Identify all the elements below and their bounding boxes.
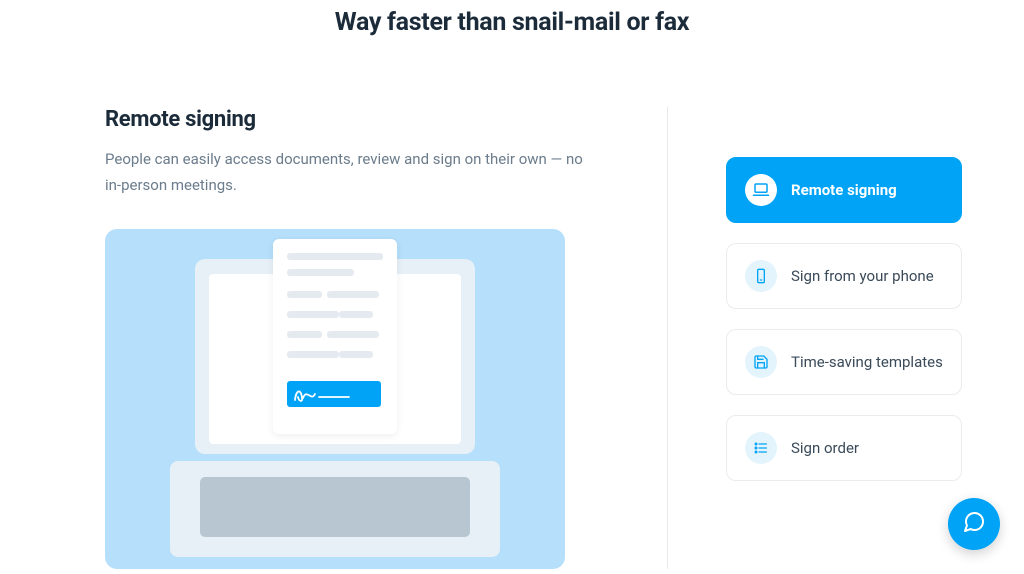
option-remote-signing[interactable]: Remote signing [726,157,962,223]
signature-icon [287,381,381,407]
feature-options: Remote signing Sign from your phone Time… [726,107,979,569]
option-sign-from-phone[interactable]: Sign from your phone [726,243,962,309]
option-label: Sign from your phone [791,267,934,285]
document-icon [273,239,397,434]
option-label: Remote signing [791,181,897,199]
feature-title: Remote signing [105,107,625,132]
save-icon [745,346,777,378]
list-icon [745,432,777,464]
feature-description: People can easily access documents, revi… [105,146,585,199]
chat-button[interactable] [948,498,1000,550]
feature-illustration [105,229,565,569]
chat-icon [962,510,986,538]
option-time-saving-templates[interactable]: Time-saving templates [726,329,962,395]
laptop-icon [745,174,777,206]
page-title: Way faster than snail-mail or fax [0,8,1024,37]
option-label: Sign order [791,439,859,457]
vertical-divider [667,107,668,569]
option-label: Time-saving templates [791,353,943,371]
phone-icon [745,260,777,292]
option-sign-order[interactable]: Sign order [726,415,962,481]
